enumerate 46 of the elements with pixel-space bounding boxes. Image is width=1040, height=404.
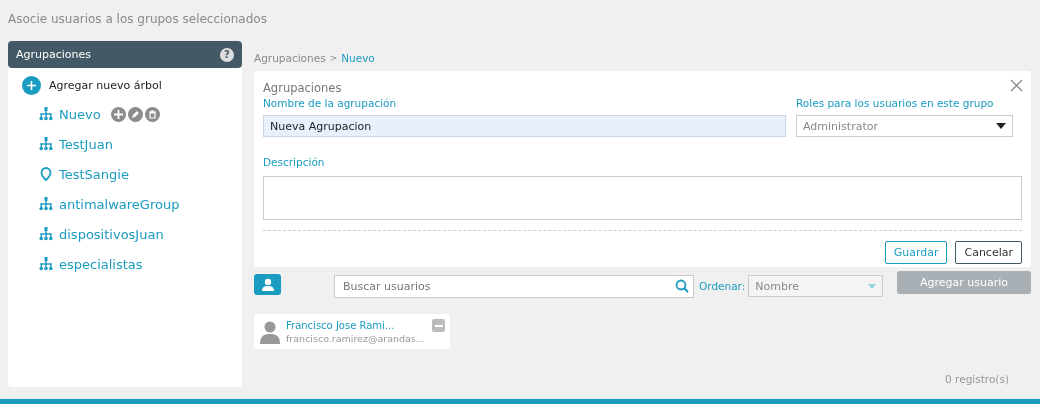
sort-label: Ordenar: — [699, 280, 746, 292]
minus-icon — [434, 324, 443, 327]
location-pin-icon — [39, 167, 53, 181]
form-title: Agrupaciones — [263, 81, 342, 95]
breadcrumb-link[interactable]: Agrupaciones — [254, 52, 326, 64]
search-field[interactable]: Buscar usuarios — [334, 274, 694, 298]
pencil-icon[interactable] — [127, 106, 143, 122]
roles-dropdown[interactable]: Administrator — [796, 115, 1013, 137]
add-tree-link[interactable]: Agregar nuevo árbol — [49, 79, 162, 92]
hierarchy-icon — [39, 197, 53, 211]
hierarchy-icon — [39, 227, 53, 241]
user-email: francisco.ramirez@arandas... — [286, 332, 425, 344]
caret-icon[interactable] — [996, 123, 1006, 129]
hierarchy-icon — [39, 107, 53, 121]
add-icon[interactable] — [110, 106, 126, 122]
avatar-icon — [260, 319, 280, 344]
tree-item[interactable]: antimalwareGroup — [59, 196, 180, 212]
user-button[interactable] — [254, 274, 281, 295]
name-field[interactable]: Nueva Agrupacion — [263, 115, 786, 137]
field-label: Nombre de la agrupación — [263, 97, 398, 109]
record-count: 0 registro(s) — [945, 373, 1009, 385]
sidebar-title: Agrupaciones — [16, 48, 92, 61]
sort-dropdown[interactable]: Nombre — [748, 275, 884, 297]
hierarchy-icon — [39, 257, 53, 271]
breadcrumb-link[interactable]: Nuevo — [341, 52, 375, 64]
user-name[interactable]: Francisco Jose Rami... — [286, 319, 425, 331]
field-label: Descripción — [263, 156, 325, 168]
trash-icon[interactable] — [144, 106, 160, 122]
page-title: Asocie usuarios a los grupos seleccionados — [7, 11, 268, 28]
close-icon[interactable] — [1010, 79, 1023, 92]
remove-button[interactable] — [432, 319, 445, 332]
tree-item[interactable]: especialistas — [59, 256, 143, 272]
help-icon[interactable]: ? — [220, 47, 234, 62]
cancel-button[interactable]: Cancelar — [955, 241, 1022, 264]
breadcrumb-separator: > — [329, 53, 338, 63]
tree-item[interactable]: TestSangie — [59, 166, 129, 182]
person-icon — [261, 278, 274, 291]
add-icon[interactable] — [22, 76, 41, 95]
search-icon[interactable] — [675, 278, 689, 293]
tree-item[interactable]: Nuevo — [59, 106, 101, 122]
hierarchy-icon — [39, 137, 53, 151]
tree-item[interactable]: dispositivosJuan — [59, 226, 164, 242]
tree-item[interactable]: TestJuan — [59, 136, 113, 152]
field-label: Roles para los usuarios en este grupo — [796, 97, 995, 109]
description-field[interactable] — [263, 176, 1022, 220]
save-button[interactable]: Guardar — [884, 241, 948, 264]
